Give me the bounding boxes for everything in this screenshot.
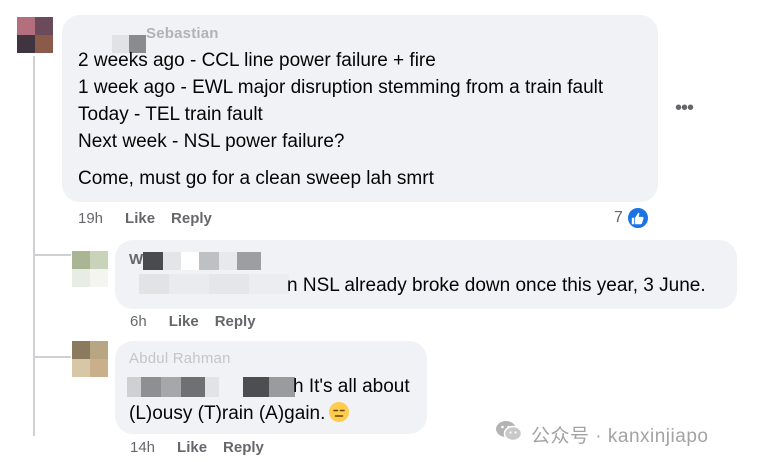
comment-bubble: Abdul Rahman h It's all about (L)ousy (T… xyxy=(115,341,427,434)
like-button[interactable]: Like xyxy=(169,313,199,330)
author-name: Sebastian xyxy=(146,25,219,42)
comment-text-line: h It's all about xyxy=(293,376,410,397)
reply-button[interactable]: Reply xyxy=(215,313,256,330)
comment-text-line: Today - TEL train fault xyxy=(78,104,263,125)
comment-text-line: 1 week ago - EWL major disruption stemmi… xyxy=(78,77,604,98)
reply-button[interactable]: Reply xyxy=(223,439,264,456)
comment-timestamp[interactable]: 19h xyxy=(78,210,103,227)
comment-bubble: Sebastian 2 weeks ago - CCL line power f… xyxy=(62,15,658,202)
wechat-icon xyxy=(495,419,523,449)
thread-branch-line xyxy=(33,356,71,358)
watermark-text: 公众号 · kanxinjiapo xyxy=(531,425,709,447)
comment-actions: 19h Like Reply xyxy=(78,210,212,227)
watermark: 公众号 · kanxinjiapo xyxy=(495,419,708,449)
comment-text-fragment: (L)ousy (T)rain (A)gain. xyxy=(129,403,326,424)
author-redaction xyxy=(143,252,261,270)
comment-text-line: (L)ousy (T)rain (A)gain. xyxy=(129,402,350,426)
author-name-masked[interactable]: W xyxy=(129,251,143,268)
comment-timestamp[interactable]: 14h xyxy=(130,439,155,456)
more-horizontal-icon[interactable]: ••• xyxy=(672,96,696,120)
author-name: W xyxy=(129,251,144,268)
reaction-count: 7 xyxy=(614,209,623,226)
text-redaction xyxy=(127,377,295,397)
reply-button[interactable]: Reply xyxy=(171,210,212,227)
thumbs-up-icon xyxy=(625,206,650,230)
comment-timestamp[interactable]: 6h xyxy=(130,313,147,330)
comment-text-line: Next week - NSL power failure? xyxy=(78,131,345,152)
thread-line xyxy=(33,56,35,436)
avatar[interactable] xyxy=(72,341,108,377)
like-button[interactable]: Like xyxy=(125,210,155,227)
text-redaction xyxy=(139,274,289,294)
comment-actions: 14h Like Reply xyxy=(130,439,264,456)
expressionless-face-emoji xyxy=(329,402,350,422)
avatar[interactable] xyxy=(72,251,108,287)
author-name-masked[interactable]: Abdul Rahman xyxy=(129,350,231,367)
avatar[interactable] xyxy=(17,17,53,53)
comment-text-line: Come, must go for a clean sweep lah smrt xyxy=(78,168,434,189)
reaction-summary[interactable]: 7 xyxy=(614,206,650,230)
author-name: Abdul Rahman xyxy=(129,350,231,367)
comment-text-line: n NSL already broke down once this year,… xyxy=(287,275,706,296)
comment-actions: 6h Like Reply xyxy=(130,313,256,330)
comment-bubble: W n NSL already broke down once this yea… xyxy=(115,240,737,309)
comment-text-line: 2 weeks ago - CCL line power failure + f… xyxy=(78,50,436,71)
author-name-masked[interactable]: Sebastian xyxy=(80,25,219,42)
thread-branch-line xyxy=(33,254,71,256)
like-button[interactable]: Like xyxy=(177,439,207,456)
